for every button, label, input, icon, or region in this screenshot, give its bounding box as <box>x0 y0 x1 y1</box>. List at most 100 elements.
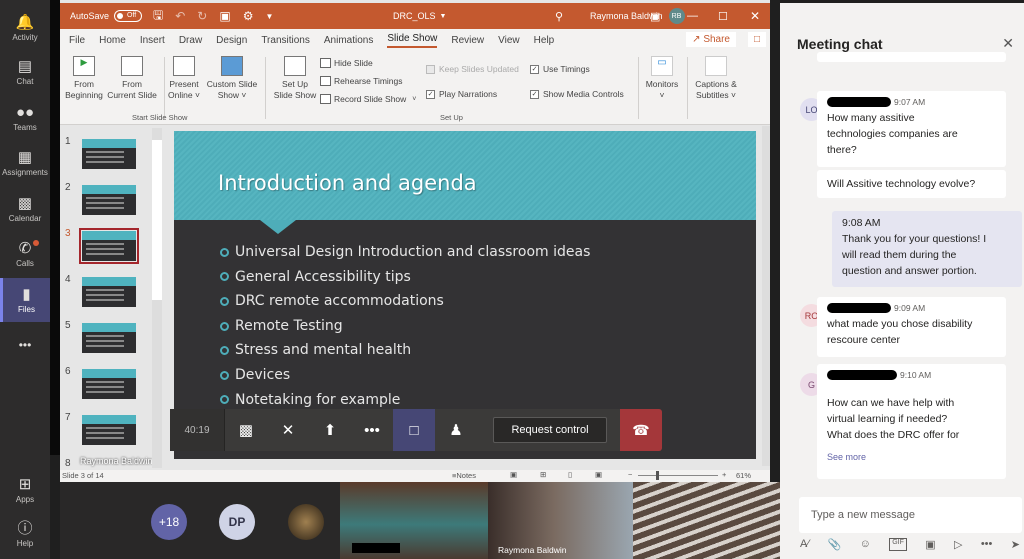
record-button[interactable]: Record Slide Show ˅ <box>320 94 416 104</box>
calendar-icon: ▩ <box>17 194 33 212</box>
video-tile[interactable] <box>340 482 488 559</box>
gif-icon[interactable]: GIF <box>889 538 907 551</box>
separator <box>638 57 639 119</box>
thumbnail-5[interactable] <box>82 323 136 353</box>
see-more-link[interactable]: See more <box>827 449 996 465</box>
document-title[interactable]: DRC_OLS <box>393 11 436 21</box>
zoom-level[interactable]: 61% <box>736 471 751 480</box>
tab-design[interactable]: Design <box>216 35 247 46</box>
autosave-toggle[interactable]: Off <box>114 10 143 22</box>
slideshow-view-icon[interactable]: ▣ <box>595 470 602 479</box>
custom-show-icon <box>221 56 243 76</box>
thumbnail-6[interactable] <box>82 369 136 399</box>
undo-icon[interactable]: ↶ <box>175 9 185 23</box>
rail-assignments[interactable]: ▦ Assignments <box>0 141 50 185</box>
thumbnail-1[interactable] <box>82 139 136 169</box>
call-duration: 40:19 <box>170 409 225 451</box>
use-timings-checkbox[interactable]: ✓ Use Timings <box>530 64 590 74</box>
thumbnail-scrollbar[interactable] <box>152 128 162 468</box>
zoom-out-button[interactable]: − <box>628 470 632 479</box>
redo-icon[interactable]: ↻ <box>197 9 207 23</box>
video-tile[interactable]: Raymona Baldwin <box>488 482 633 559</box>
reading-view-icon[interactable]: ▯ <box>568 470 572 479</box>
tab-file[interactable]: File <box>69 35 85 46</box>
more-actions-button[interactable]: ••• <box>351 409 393 451</box>
meeting-chat-panel: Meeting chat ✕ LO 9:07 AM How many assit… <box>780 3 1024 559</box>
present-icon[interactable]: ▣ <box>219 9 230 23</box>
participants-button[interactable]: ♟ <box>435 409 477 451</box>
participant-avatar[interactable]: DP <box>219 504 255 540</box>
ribbon-display-icon[interactable]: ▣ <box>650 3 660 29</box>
slide-scrollbar[interactable] <box>762 126 770 466</box>
sorter-view-icon[interactable]: ⊞ <box>540 470 546 479</box>
participant-photo[interactable] <box>288 504 324 540</box>
rehearse-button[interactable]: Rehearse Timings <box>320 76 403 86</box>
send-icon[interactable]: ➤ <box>1011 538 1020 551</box>
rail-teams[interactable]: ●● Teams <box>0 96 50 140</box>
meet-now-icon[interactable]: ▷ <box>954 538 962 551</box>
more-options-icon[interactable]: ••• <box>981 538 993 551</box>
from-current-button[interactable]: From Current Slide <box>105 56 159 101</box>
notes-button[interactable]: ≡Notes <box>452 471 476 480</box>
tab-insert[interactable]: Insert <box>140 35 165 46</box>
custom-show-button[interactable]: Custom Slide Show ˅ <box>204 56 260 101</box>
present-online-button[interactable]: Present Online ˅ <box>166 56 202 101</box>
tab-slide-show[interactable]: Slide Show <box>387 33 438 48</box>
zoom-in-button[interactable]: + <box>722 470 726 479</box>
thumbnail-7[interactable] <box>82 415 136 445</box>
close-icon[interactable]: ✕ <box>750 3 760 29</box>
monitors-button[interactable]: ▭ Monitors ˅ <box>642 56 682 101</box>
rail-chat[interactable]: ▤ Chat <box>0 50 50 94</box>
camera-button[interactable]: ▩ <box>225 409 267 451</box>
touch-mode-icon[interactable]: ⚙ <box>243 9 254 23</box>
hang-up-button[interactable]: ☎ <box>620 409 662 451</box>
rail-files[interactable]: ▮ Files <box>0 278 50 322</box>
play-narrations-checkbox[interactable]: ✓ Play Narrations <box>426 89 497 99</box>
search-icon[interactable]: ⚲ <box>555 3 563 29</box>
video-tile[interactable] <box>633 482 780 559</box>
tab-home[interactable]: Home <box>99 35 126 46</box>
mute-button[interactable]: ✕ <box>267 409 309 451</box>
user-avatar[interactable]: RB <box>668 8 685 24</box>
chat-toggle-button[interactable]: □ <box>393 409 435 451</box>
overflow-participants[interactable]: +18 <box>151 504 187 540</box>
rail-calls[interactable]: ✆ Calls <box>0 232 50 276</box>
thumbnail-4[interactable] <box>82 277 136 307</box>
comments-button[interactable]: □ <box>747 32 766 47</box>
attach-icon[interactable]: 📎 <box>828 538 842 551</box>
save-icon[interactable]: 🖫 <box>153 6 163 27</box>
minimize-icon[interactable]: — <box>687 3 698 29</box>
zoom-slider[interactable] <box>638 475 718 476</box>
tab-draw[interactable]: Draw <box>179 35 202 46</box>
thumbnail-2[interactable] <box>82 185 136 215</box>
sticker-icon[interactable]: ▣ <box>925 538 935 551</box>
tab-animations[interactable]: Animations <box>324 35 373 46</box>
emoji-icon[interactable]: ☺ <box>860 538 871 551</box>
message-input[interactable]: Type a new message <box>799 497 1022 533</box>
from-beginning-button[interactable]: ▶ From Beginning <box>64 56 104 101</box>
tab-review[interactable]: Review <box>451 35 484 46</box>
rail-activity[interactable]: 🔔 Activity <box>0 6 50 50</box>
rail-more[interactable]: ••• <box>0 323 50 367</box>
rail-apps[interactable]: ⊞ Apps <box>0 468 50 512</box>
zoom-slider-thumb[interactable] <box>656 471 659 480</box>
rail-calendar[interactable]: ▩ Calendar <box>0 187 50 231</box>
app-rail: 🔔 Activity ▤ Chat ●● Teams ▦ Assignments ▩ Ca… <box>0 0 50 559</box>
setup-show-button[interactable]: Set Up Slide Show <box>272 56 318 101</box>
format-icon[interactable]: A⁄ <box>800 538 809 551</box>
request-control-button[interactable]: Request control <box>493 417 607 443</box>
customize-qat-icon[interactable]: ▼ <box>265 12 273 21</box>
show-media-checkbox[interactable]: ✓ Show Media Controls <box>530 89 624 99</box>
normal-view-icon[interactable]: ▣ <box>510 470 517 479</box>
captions-button[interactable]: Captions & Subtitles ˅ <box>690 56 742 101</box>
share-button[interactable]: ↗ Share <box>686 32 736 47</box>
tab-help[interactable]: Help <box>534 35 555 46</box>
thumbnail-3[interactable] <box>79 228 139 264</box>
maximize-icon[interactable]: ☐ <box>718 3 728 29</box>
tab-view[interactable]: View <box>498 35 520 46</box>
tab-transitions[interactable]: Transitions <box>261 35 310 46</box>
close-chat-icon[interactable]: ✕ <box>1002 35 1014 52</box>
hide-slide-button[interactable]: Hide Slide <box>320 58 373 68</box>
share-screen-button[interactable]: ⬆ <box>309 409 351 451</box>
rail-help[interactable]: ⓘ Help <box>0 512 50 556</box>
